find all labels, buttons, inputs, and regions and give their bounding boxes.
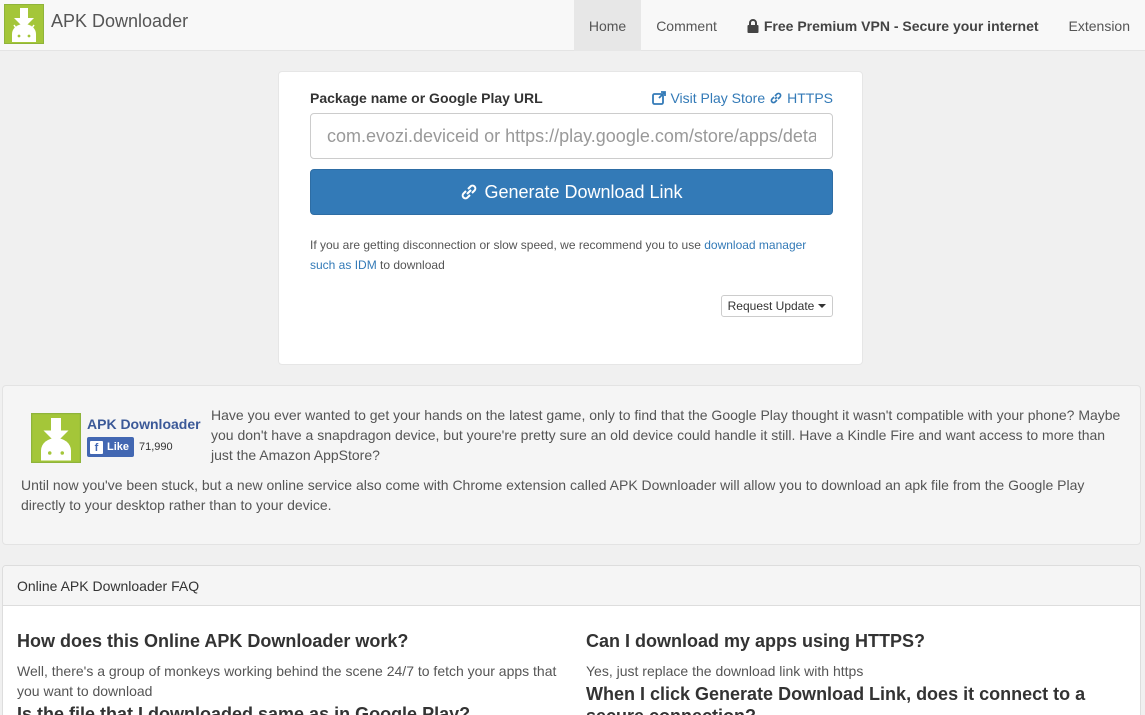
form-links: Visit Play Store HTTPS [652,90,833,106]
nav-comment[interactable]: Comment [641,0,732,51]
faq-answer: Well, there's a group of monkeys working… [17,663,557,699]
https-label: HTTPS [787,90,833,106]
generate-download-link-label: Generate Download Link [484,181,683,202]
faq-column-left: How does this Online APK Downloader work… [17,630,557,715]
about-section: APK Downloader f Like 71,990 Have you ev… [2,385,1141,545]
facebook-icon: f [90,440,103,454]
nav-vpn-label: Free Premium VPN - Secure your internet [763,17,1039,34]
faq-heading: Online APK Downloader FAQ [3,566,1140,606]
brand-name: APK Downloader [51,10,189,31]
about-paragraph-2: Until now you've been stuck, but a new o… [21,477,1085,513]
nav-vpn[interactable]: Free Premium VPN - Secure your internet [732,0,1054,51]
faq-question: When I click Generate Download Link, doe… [586,684,1086,715]
facebook-like-label: Like [107,441,130,453]
facebook-like-button[interactable]: f Like [87,437,134,457]
form-label-row: Package name or Google Play URL Visit Pl… [310,90,833,110]
link-icon [462,184,477,200]
android-download-logo-icon [31,413,81,463]
nav-home[interactable]: Home [573,0,642,51]
package-field-label: Package name or Google Play URL [310,90,543,106]
faq-title: Online APK Downloader FAQ [17,577,200,594]
main-nav: Home Comment Free Premium VPN - Secure y… [573,0,1145,51]
request-update-dropdown[interactable]: Request Update [721,295,833,317]
nav-comment-label: Comment [656,17,717,34]
faq-question: How does this Online APK Downloader work… [17,631,409,651]
package-name-input[interactable] [310,113,833,159]
external-link-icon [652,91,667,105]
brand[interactable]: APK Downloader [4,3,188,45]
caret-down-icon [818,304,827,308]
android-download-logo-icon [4,4,44,44]
about-app-name-link[interactable]: APK Downloader [87,416,201,432]
note-suffix: to download [376,258,445,272]
note-prefix: If you are getting disconnection or slow… [310,238,705,252]
visit-play-store-label: Visit Play Store [670,90,766,106]
about-paragraph-1: Have you ever wanted to get your hands o… [211,407,1121,463]
visit-play-store-link[interactable]: Visit Play Store [652,90,765,106]
nav-extension-label: Extension [1068,17,1130,34]
download-manager-note: If you are getting disconnection or slow… [310,235,833,275]
lock-icon [747,18,759,33]
request-update-label: Request Update [727,299,815,313]
faq-question: Can I download my apps using HTTPS? [586,631,926,651]
faq-answer: Yes, just replace the download link with… [586,663,864,679]
https-link[interactable]: HTTPS [769,90,833,106]
faq-panel: Online APK Downloader FAQ How does this … [2,565,1141,715]
nav-extension[interactable]: Extension [1054,0,1145,51]
navbar: APK Downloader Home Comment Free Premium… [0,0,1145,51]
link-icon [770,92,782,104]
download-form-card: Package name or Google Play URL Visit Pl… [278,71,863,365]
nav-home-label: Home [588,17,627,34]
facebook-like-count: 71,990 [139,441,173,453]
generate-download-link-button[interactable]: Generate Download Link [310,169,833,215]
faq-question: Is the file that I downloaded same as in… [17,704,471,715]
faq-column-right: Can I download my apps using HTTPS? Yes,… [586,630,1126,715]
